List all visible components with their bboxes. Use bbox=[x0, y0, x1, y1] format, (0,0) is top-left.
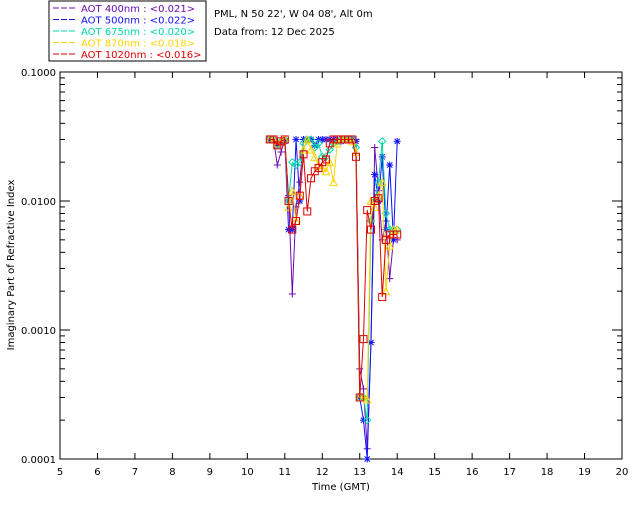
y-tick-label: 0.0100 bbox=[21, 197, 56, 208]
x-tick-label: 6 bbox=[94, 467, 100, 478]
x-axis: 5 6 7 8 9 10 11 12 13 14 15 16 17 18 19 20 bbox=[57, 72, 629, 478]
legend: AOT 400nm : <0.021>AOT 500nm : <0.022>AO… bbox=[48, 0, 207, 62]
y-axis: 0.0001 0.0010 0.0100 0.1000 bbox=[21, 68, 622, 466]
x-tick-label: 11 bbox=[278, 467, 291, 478]
x-tick-label: 13 bbox=[353, 467, 366, 478]
data-point bbox=[296, 178, 304, 186]
series-2 bbox=[266, 135, 401, 463]
x-tick-label: 8 bbox=[169, 467, 175, 478]
data-point bbox=[371, 171, 379, 179]
x-tick-label: 17 bbox=[503, 467, 516, 478]
y-axis-label: Imaginary Part of Refractive Index bbox=[6, 180, 17, 351]
station-info: PML, N 50 22', W 04 08', Alt 0m Data fro… bbox=[214, 9, 373, 38]
data-point bbox=[386, 161, 394, 169]
legend-entry: AOT 870nm : <0.018> bbox=[81, 39, 195, 50]
plot-frame bbox=[59, 71, 623, 460]
x-tick-label: 16 bbox=[466, 467, 479, 478]
x-tick-label: 20 bbox=[616, 467, 629, 478]
data-point bbox=[371, 143, 379, 151]
legend-entry: AOT 675nm : <0.020> bbox=[81, 27, 195, 38]
x-tick-label: 10 bbox=[241, 467, 254, 478]
x-tick-label: 12 bbox=[316, 467, 329, 478]
legend-entry: AOT 500nm : <0.022> bbox=[81, 16, 195, 27]
y-tick-label: 0.0001 bbox=[21, 455, 56, 466]
data-point bbox=[288, 290, 296, 298]
legend-entry: AOT 400nm : <0.021> bbox=[81, 4, 195, 15]
x-tick-label: 18 bbox=[541, 467, 554, 478]
info-line-date: Data from: 12 Dec 2025 bbox=[214, 27, 335, 38]
y-tick-label: 0.0010 bbox=[21, 326, 56, 337]
data-point bbox=[378, 153, 386, 161]
x-tick-label: 9 bbox=[207, 467, 213, 478]
data-point bbox=[393, 137, 401, 145]
y-tick-label: 0.1000 bbox=[21, 68, 56, 79]
x-tick-label: 5 bbox=[57, 467, 63, 478]
x-tick-label: 14 bbox=[391, 467, 404, 478]
x-tick-label: 19 bbox=[578, 467, 591, 478]
data-point bbox=[363, 455, 371, 463]
series-layer bbox=[265, 134, 402, 463]
x-tick-label: 7 bbox=[132, 467, 138, 478]
info-line-station: PML, N 50 22', W 04 08', Alt 0m bbox=[214, 9, 373, 20]
x-tick-label: 15 bbox=[428, 467, 441, 478]
chart-canvas: AOT 400nm : <0.021>AOT 500nm : <0.022>AO… bbox=[6, 0, 629, 493]
data-point bbox=[359, 385, 367, 393]
x-axis-label: Time (GMT) bbox=[311, 482, 370, 493]
legend-entry: AOT 1020nm : <0.016> bbox=[81, 50, 201, 61]
data-point bbox=[277, 148, 285, 156]
data-point bbox=[292, 135, 300, 143]
data-point bbox=[273, 161, 281, 169]
